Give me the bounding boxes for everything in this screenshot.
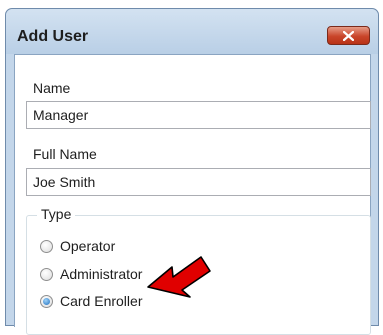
- name-field[interactable]: Manager: [26, 101, 371, 129]
- radio-operator[interactable]: Operator: [40, 238, 115, 254]
- radio-card-enroller[interactable]: Card Enroller: [40, 293, 142, 309]
- title-bar[interactable]: Add User: [6, 9, 378, 54]
- dialog-title: Add User: [17, 28, 89, 45]
- radio-button-administrator[interactable]: [40, 267, 53, 281]
- radio-label-operator: Operator: [60, 238, 116, 254]
- full-name-field[interactable]: Joe Smith: [26, 168, 371, 196]
- red-arrow-icon: [147, 256, 211, 298]
- full-name-label: Full Name: [33, 146, 97, 162]
- radio-label-card-enroller: Card Enroller: [60, 293, 143, 309]
- radio-button-operator[interactable]: [40, 239, 53, 253]
- radio-button-card-enroller[interactable]: [40, 294, 53, 308]
- radio-label-administrator: Administrator: [60, 266, 143, 282]
- name-label: Name: [33, 80, 71, 96]
- name-value: Manager: [33, 107, 89, 123]
- close-button[interactable]: [327, 26, 370, 45]
- radio-administrator[interactable]: Administrator: [40, 266, 142, 282]
- close-icon: [343, 30, 354, 41]
- full-name-value: Joe Smith: [33, 174, 96, 190]
- type-group-label: Type: [37, 206, 76, 222]
